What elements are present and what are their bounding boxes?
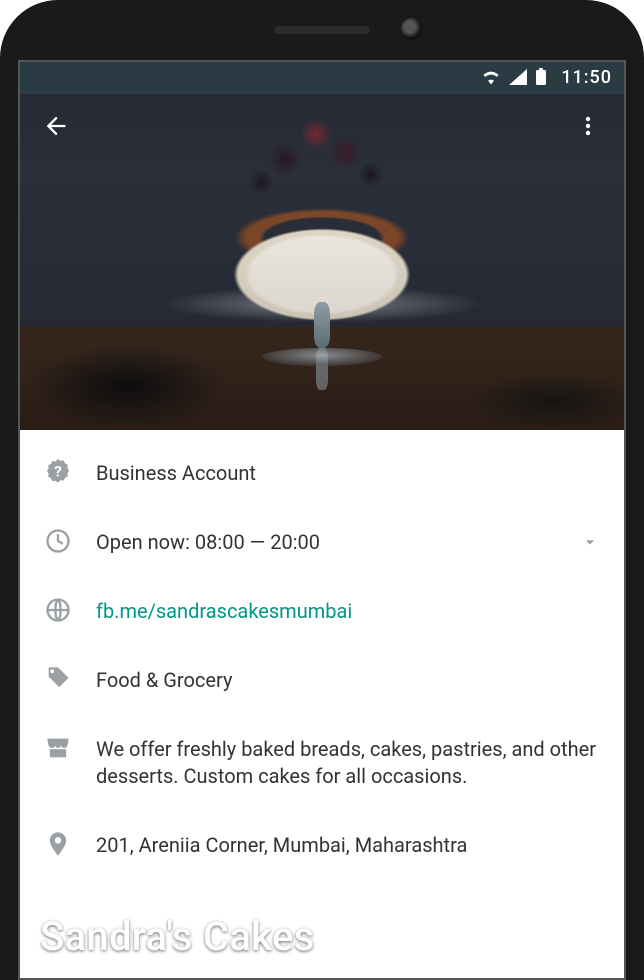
description-text: We offer freshly baked breads, cakes, pa… [96,734,600,790]
row-business-account: ? Business Account [18,438,626,507]
more-menu-button[interactable] [568,106,608,146]
battery-icon [535,68,547,86]
arrow-left-icon [42,112,70,140]
cellular-icon [509,69,527,85]
clock-text: 11:50 [561,67,612,88]
business-title: Sandra's Cakes [40,913,315,960]
address-text: 201, Areniia Corner, Mumbai, Maharashtra [96,830,600,859]
phone-side-button [0,214,4,260]
row-category: Food & Grocery [18,645,626,714]
screen: 11:50 Sandra's Cakes ? Business Account [18,60,626,980]
wifi-icon [481,69,501,85]
location-pin-icon [44,830,72,858]
back-button[interactable] [36,106,76,146]
globe-icon [44,596,72,624]
more-vertical-icon [576,114,600,138]
verified-help-icon: ? [44,458,72,486]
row-description: We offer freshly baked breads, cakes, pa… [18,714,626,810]
phone-volume-down [0,616,4,706]
clock-icon [44,527,72,555]
app-bar [18,94,626,158]
website-link[interactable]: fb.me/sandrascakesmumbai [96,596,600,625]
store-icon [44,734,72,762]
phone-speaker [274,26,370,34]
status-bar: 11:50 [18,60,626,94]
tag-icon [44,665,72,693]
chevron-down-icon [580,532,600,552]
category-label: Food & Grocery [96,665,600,694]
phone-volume-up [0,506,4,596]
business-info-list: ? Business Account Open now: 08:00 — 20:… [18,430,626,980]
hours-label: Open now: 08:00 — 20:00 [96,527,550,556]
phone-front-camera [401,18,423,40]
row-hours[interactable]: Open now: 08:00 — 20:00 [18,507,626,576]
row-website[interactable]: fb.me/sandrascakesmumbai [18,576,626,645]
phone-power-button [640,214,644,260]
business-account-label: Business Account [96,458,600,487]
svg-text:?: ? [54,463,62,481]
row-address[interactable]: 201, Areniia Corner, Mumbai, Maharashtra [18,810,626,879]
